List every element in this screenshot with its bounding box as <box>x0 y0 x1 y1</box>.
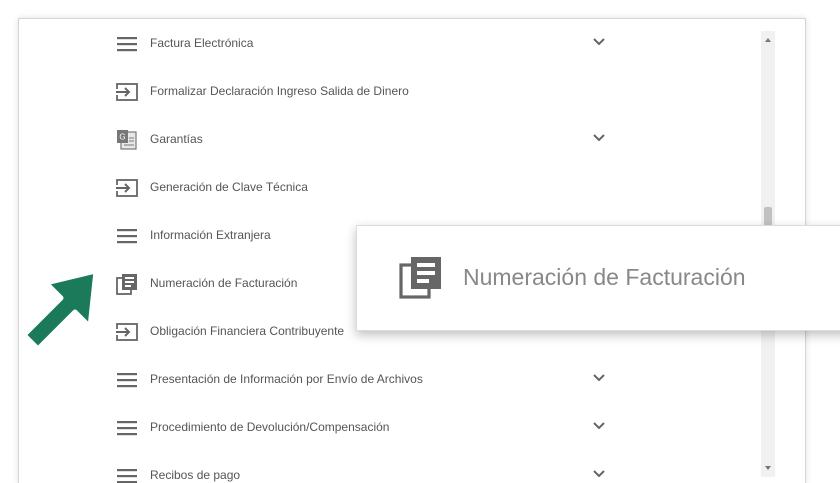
menu-item-label: Garantías <box>150 132 203 146</box>
stacked-documents-icon <box>116 274 137 295</box>
chevron-down-icon[interactable] <box>591 34 607 50</box>
green-arrow-pointer-icon <box>21 268 99 349</box>
screenshot-stage: Factura Electrónica Formalizar Declaraci… <box>0 0 840 483</box>
menu-item-label: Obligación Financiera Contribuyente <box>150 324 345 338</box>
chevron-down-icon[interactable] <box>591 418 607 434</box>
chevron-down-icon[interactable] <box>591 370 607 386</box>
zoomed-tooltip: Numeración de Facturación <box>356 225 840 331</box>
login-arrow-icon <box>115 179 138 197</box>
scroll-up-arrow-icon[interactable] <box>761 33 775 47</box>
chevron-down-icon[interactable] <box>591 130 607 146</box>
menu-item-label: Formalizar Declaración Ingreso Salida de… <box>150 84 409 98</box>
hamburger-icon <box>117 469 137 483</box>
login-arrow-icon <box>115 83 138 101</box>
menu-item-label: Numeración de Facturación <box>150 276 298 290</box>
menu-item-formalizar-declaracion[interactable]: Formalizar Declaración Ingreso Salida de… <box>19 68 759 116</box>
menu-item-recibos-pago[interactable]: Recibos de pago <box>19 452 759 483</box>
chevron-down-icon[interactable] <box>591 466 607 482</box>
svg-text:G: G <box>119 133 125 142</box>
guarantee-document-icon: G <box>117 130 137 150</box>
menu-item-garantias[interactable]: G Garantías <box>19 116 759 164</box>
menu-item-factura-electronica[interactable]: Factura Electrónica <box>19 20 759 68</box>
menu-item-label: Generación de Clave Técnica <box>150 180 308 194</box>
scroll-down-arrow-icon[interactable] <box>761 461 775 475</box>
tooltip-label: Numeración de Facturación <box>463 264 746 290</box>
menu-item-label: Presentación de Información por Envío de… <box>150 372 423 386</box>
stacked-documents-icon <box>399 257 441 299</box>
hamburger-icon <box>117 421 137 436</box>
hamburger-icon <box>117 229 137 244</box>
hamburger-icon <box>117 37 137 52</box>
menu-item-generacion-clave-tecnica[interactable]: Generación de Clave Técnica <box>19 164 759 212</box>
hamburger-icon <box>117 373 137 388</box>
menu-item-label: Información Extranjera <box>150 228 271 242</box>
login-arrow-icon <box>115 323 138 341</box>
menu-item-label: Procedimiento de Devolución/Compensación <box>150 420 390 434</box>
menu-item-label: Factura Electrónica <box>150 36 254 50</box>
menu-item-presentacion-informacion[interactable]: Presentación de Información por Envío de… <box>19 356 759 404</box>
menu-item-procedimiento-devolucion[interactable]: Procedimiento de Devolución/Compensación <box>19 404 759 452</box>
menu-item-label: Recibos de pago <box>150 468 241 482</box>
